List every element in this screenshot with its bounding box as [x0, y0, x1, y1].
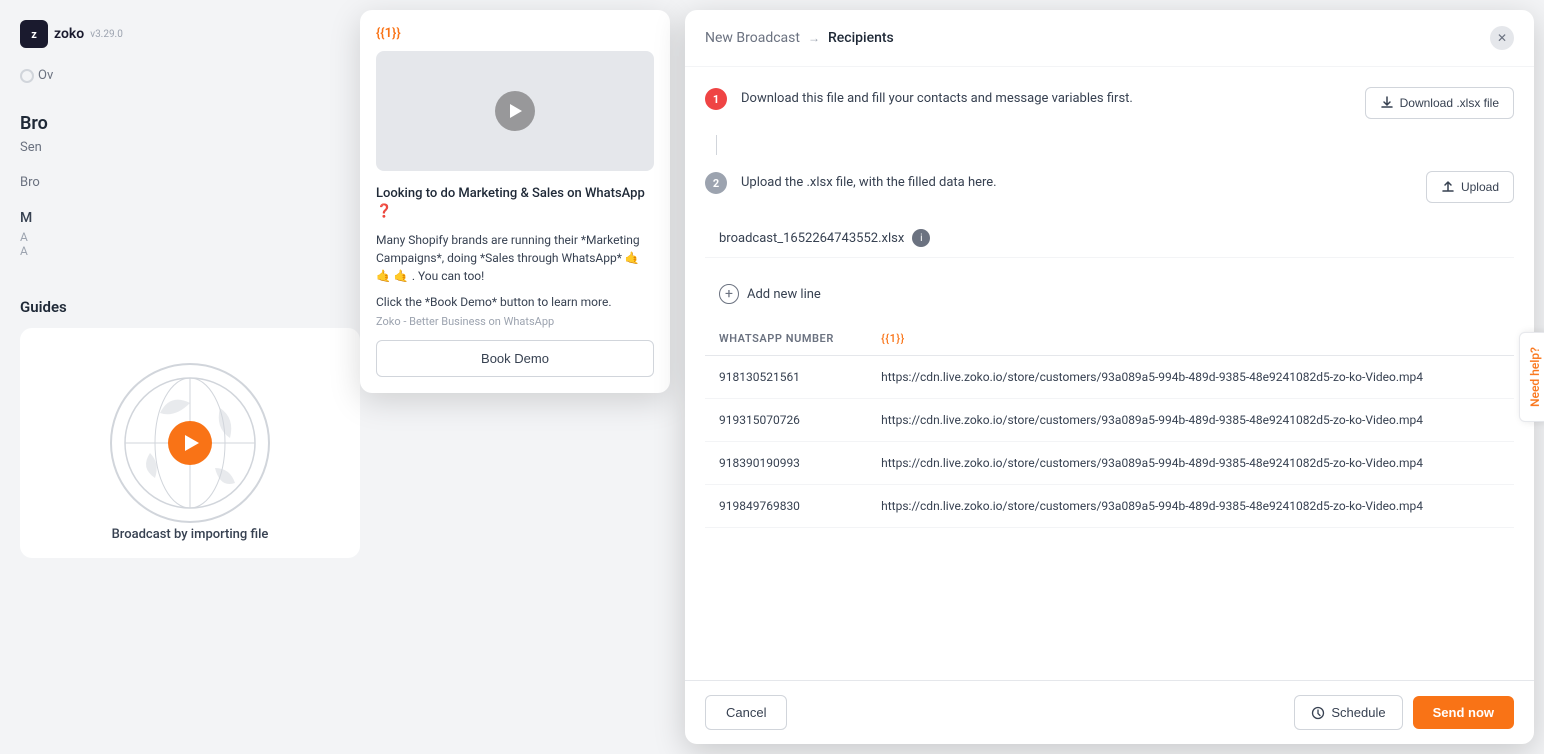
step-2-badge: 2 — [705, 172, 727, 194]
table-row: 918130521561 https://cdn.live.zoko.io/st… — [705, 356, 1514, 399]
promo-headline: Looking to do Marketing & Sales on Whats… — [376, 185, 654, 221]
table-header-row: WHATSAPP NUMBER {{1}} — [705, 322, 1514, 356]
send-now-button[interactable]: Send now — [1413, 696, 1514, 729]
breadcrumb-current: Recipients — [828, 30, 894, 46]
cell-value-2: https://cdn.live.zoko.io/store/customers… — [867, 442, 1514, 485]
download-button-label: Download .xlsx file — [1400, 96, 1499, 110]
guides-card[interactable]: Broadcast by importing file — [20, 328, 360, 558]
radio-circle — [20, 69, 34, 83]
info-icon[interactable]: i — [912, 229, 930, 247]
need-help-label: Need help? — [1528, 347, 1542, 407]
step-2-action: Upload — [1426, 171, 1514, 203]
cancel-button[interactable]: Cancel — [705, 695, 787, 730]
table-body: 918130521561 https://cdn.live.zoko.io/st… — [705, 356, 1514, 528]
upload-icon — [1441, 180, 1455, 194]
table-row: 919315070726 https://cdn.live.zoko.io/st… — [705, 399, 1514, 442]
cell-phone-0: 918130521561 — [705, 356, 867, 399]
promo-tag: {{1}} — [376, 26, 654, 41]
filename-text: broadcast_1652264743552.xlsx — [719, 231, 904, 246]
guides-play-button[interactable] — [168, 421, 212, 465]
col-whatsapp-number: WHATSAPP NUMBER — [705, 322, 867, 356]
step-1-number: 1 — [713, 93, 719, 106]
promo-card: {{1}} Looking to do Marketing & Sales on… — [360, 10, 670, 393]
data-table: WHATSAPP NUMBER {{1}} 918130521561 https… — [705, 322, 1514, 528]
broadcast-modal: New Broadcast → Recipients ✕ 1 Download … — [685, 10, 1534, 744]
need-help-tab[interactable]: Need help? — [1519, 332, 1544, 422]
promo-video-thumbnail[interactable] — [376, 51, 654, 171]
table-row: 918390190993 https://cdn.live.zoko.io/st… — [705, 442, 1514, 485]
radio-label: Ov — [38, 68, 53, 83]
schedule-icon — [1311, 706, 1325, 720]
schedule-label: Schedule — [1331, 705, 1385, 720]
add-new-line-label: Add new line — [747, 287, 821, 302]
step-2-text: Upload the .xlsx file, with the filled d… — [741, 171, 1412, 193]
cell-phone-3: 919849769830 — [705, 485, 867, 528]
upload-button-label: Upload — [1461, 180, 1499, 194]
app-version: v3.29.0 — [90, 29, 123, 40]
step-2-number: 2 — [713, 177, 719, 190]
breadcrumb-link[interactable]: New Broadcast — [705, 30, 800, 46]
footer-right: Schedule Send now — [1294, 695, 1514, 730]
schedule-button[interactable]: Schedule — [1294, 695, 1402, 730]
add-plus-icon: + — [719, 284, 739, 304]
col-var1: {{1}} — [867, 322, 1514, 356]
modal-body: 1 Download this file and fill your conta… — [685, 67, 1534, 680]
step-connector — [716, 135, 717, 155]
step-1-text: Download this file and fill your contact… — [741, 87, 1351, 109]
book-demo-button[interactable]: Book Demo — [376, 340, 654, 377]
step-1-row: 1 Download this file and fill your conta… — [705, 87, 1514, 119]
upload-button[interactable]: Upload — [1426, 171, 1514, 203]
step-1-badge: 1 — [705, 88, 727, 110]
cell-value-3: https://cdn.live.zoko.io/store/customers… — [867, 485, 1514, 528]
add-new-line-row[interactable]: + Add new line — [705, 274, 1514, 314]
logo-icon: z — [31, 28, 37, 41]
cell-value-1: https://cdn.live.zoko.io/store/customers… — [867, 399, 1514, 442]
promo-cta-text: Click the *Book Demo* button to learn mo… — [376, 295, 654, 309]
promo-body: Many Shopify brands are running their *M… — [376, 231, 654, 285]
radio-item[interactable]: Ov — [20, 68, 53, 83]
close-button[interactable]: ✕ — [1490, 26, 1514, 50]
breadcrumb-arrow: → — [808, 31, 820, 45]
guides-card-label: Broadcast by importing file — [20, 527, 360, 542]
step-1-action: Download .xlsx file — [1365, 87, 1514, 119]
promo-source: Zoko - Better Business on WhatsApp — [376, 315, 654, 328]
table-row: 919849769830 https://cdn.live.zoko.io/st… — [705, 485, 1514, 528]
logo-box: z — [20, 20, 48, 48]
info-icon-label: i — [920, 233, 922, 244]
breadcrumb: New Broadcast → Recipients — [705, 30, 894, 46]
filename-row: broadcast_1652264743552.xlsx i — [705, 219, 1514, 258]
download-icon — [1380, 96, 1394, 110]
col-var1-tag: {{1}} — [881, 332, 905, 345]
cell-phone-2: 918390190993 — [705, 442, 867, 485]
cell-value-0: https://cdn.live.zoko.io/store/customers… — [867, 356, 1514, 399]
cell-phone-1: 919315070726 — [705, 399, 867, 442]
modal-footer: Cancel Schedule Send now — [685, 680, 1534, 744]
app-name: zoko — [54, 26, 84, 42]
promo-play-button[interactable] — [495, 91, 535, 131]
step-2-row: 2 Upload the .xlsx file, with the filled… — [705, 171, 1514, 203]
download-xlsx-button[interactable]: Download .xlsx file — [1365, 87, 1514, 119]
modal-header: New Broadcast → Recipients ✕ — [685, 10, 1534, 67]
